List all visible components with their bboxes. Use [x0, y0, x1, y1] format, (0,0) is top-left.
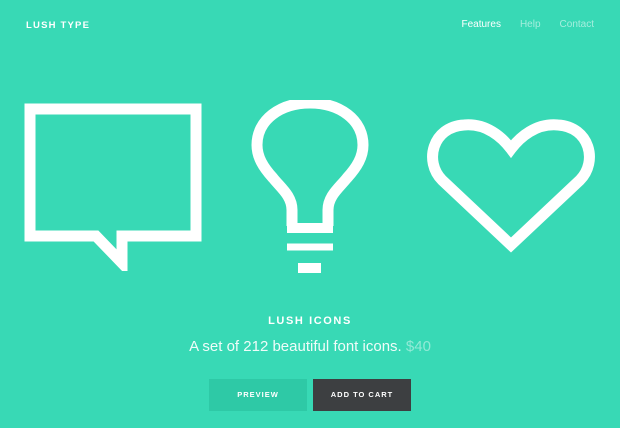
product-price: $40 — [405, 338, 431, 355]
nav-help-link[interactable]: Help — [520, 19, 541, 30]
nav-contact-link[interactable]: Contact — [560, 19, 594, 30]
lightbulb-icon — [251, 100, 369, 278]
add-to-cart-button[interactable]: ADD TO CART — [313, 379, 411, 411]
heart-icon — [424, 115, 598, 255]
product-description: A set of 212 beautiful font icons. — [189, 338, 402, 355]
hero-icons — [0, 95, 620, 275]
speech-bubble-icon — [24, 103, 202, 271]
main-nav: Features Help Contact — [461, 19, 594, 30]
product-title: LUSH ICONS — [268, 315, 352, 327]
site-logo[interactable]: LUSH TYPE — [26, 20, 90, 31]
top-bar: LUSH TYPE Features Help Contact — [0, 0, 620, 54]
preview-button[interactable]: PREVIEW — [209, 379, 307, 411]
nav-features-link[interactable]: Features — [461, 19, 500, 30]
product-tagline: A set of 212 beautiful font icons. $40 — [0, 338, 620, 355]
